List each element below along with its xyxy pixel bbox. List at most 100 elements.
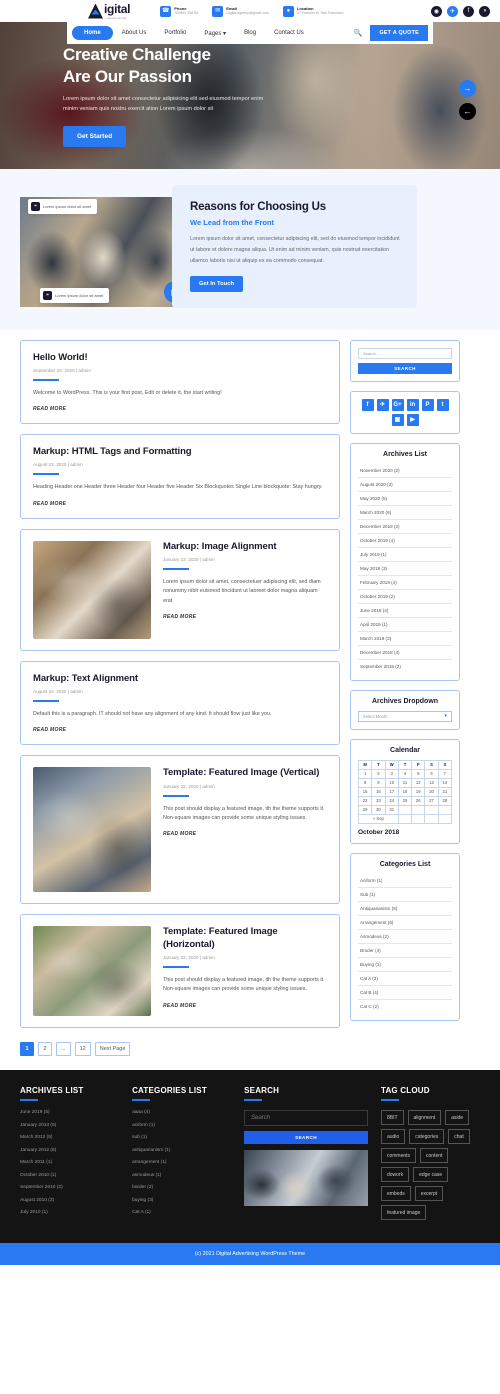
day-cell[interactable]: 24 xyxy=(384,795,399,806)
read-more-link[interactable]: READ MORE xyxy=(33,501,327,507)
read-more-link[interactable]: READ MORE xyxy=(33,727,327,733)
read-more-link[interactable]: READ MORE xyxy=(163,831,327,837)
list-item[interactable]: June 2019 (5) xyxy=(20,1110,119,1115)
tag-item[interactable]: chat xyxy=(448,1129,470,1145)
nav-item-blog[interactable]: Blog xyxy=(235,26,265,40)
behance-icon[interactable]: ◑ xyxy=(479,5,490,17)
day-cell[interactable]: 13 xyxy=(424,777,439,788)
list-item[interactable]: October 2019 (2) xyxy=(358,590,452,604)
day-cell[interactable]: 1 xyxy=(357,768,373,779)
list-item[interactable]: February 2019 (4) xyxy=(358,576,452,590)
list-item[interactable]: buying (3) xyxy=(132,1198,231,1203)
tag-item[interactable]: 8BIT xyxy=(380,1110,404,1126)
post-card[interactable]: Hello World! September 22, 2020 | admin … xyxy=(20,339,340,425)
day-cell[interactable]: 8 xyxy=(357,777,373,788)
tag-item[interactable]: content xyxy=(420,1148,449,1164)
list-item[interactable]: July 2019 (1) xyxy=(358,548,452,562)
list-item[interactable]: August 2020 (3) xyxy=(358,478,452,492)
post-title[interactable]: Markup: Image Alignment xyxy=(163,541,327,553)
tag-item[interactable]: categories xyxy=(409,1129,445,1145)
day-cell[interactable]: 31 xyxy=(384,804,399,815)
youtube-icon[interactable]: ▶ xyxy=(406,413,419,426)
calendar-prev-link[interactable]: « Sep xyxy=(358,813,399,824)
tag-item[interactable]: edge case xyxy=(413,1167,449,1183)
list-item[interactable]: Aciform (1) xyxy=(358,874,452,888)
post-title[interactable]: Markup: HTML Tags and Formatting xyxy=(33,446,327,458)
twitter-icon[interactable]: ✈ xyxy=(447,5,458,17)
google-plus-icon[interactable]: G+ xyxy=(391,398,404,411)
list-item[interactable]: January 2012 (6) xyxy=(20,1148,119,1153)
list-item[interactable]: December 2019 (2) xyxy=(358,520,452,534)
post-thumbnail[interactable] xyxy=(33,926,151,1017)
site-logo[interactable]: igital advertising xyxy=(88,2,131,20)
day-cell[interactable]: 27 xyxy=(424,795,439,806)
twitter-icon[interactable]: ✈ xyxy=(376,398,389,411)
post-card[interactable]: Template: Featured Image (Horizontal) Ja… xyxy=(20,914,340,1029)
list-item[interactable]: Cat C (2) xyxy=(358,1000,452,1013)
list-item[interactable]: aciform (1) xyxy=(132,1123,231,1128)
day-cell[interactable]: 26 xyxy=(411,795,426,806)
list-item[interactable]: March 2020 (6) xyxy=(358,506,452,520)
tag-item[interactable]: embeds xyxy=(380,1186,411,1202)
read-more-link[interactable]: READ MORE xyxy=(163,1003,327,1009)
day-cell[interactable]: 12 xyxy=(411,777,426,788)
day-cell[interactable]: 11 xyxy=(397,777,413,788)
list-item[interactable]: Buying (1) xyxy=(358,958,452,972)
day-cell[interactable]: 16 xyxy=(371,786,386,797)
post-card[interactable]: Markup: Image Alignment January 22, 2020… xyxy=(20,528,340,651)
list-item[interactable]: asmodeus (1) xyxy=(132,1173,231,1178)
list-item[interactable]: border (2) xyxy=(132,1185,231,1190)
tag-item[interactable]: aside xyxy=(445,1110,470,1126)
list-item[interactable]: March 2012 (5) xyxy=(20,1135,119,1140)
post-title[interactable]: Hello World! xyxy=(33,352,327,364)
search-icon[interactable]: 🔍 xyxy=(354,29,371,37)
list-item[interactable]: arrangement (1) xyxy=(132,1160,231,1165)
day-cell[interactable]: 18 xyxy=(397,786,413,797)
day-cell[interactable]: 5 xyxy=(411,768,426,779)
list-item[interactable]: December 2018 (4) xyxy=(358,646,452,660)
nav-item-pages[interactable]: Pages ▾ xyxy=(195,26,235,41)
get-started-button[interactable]: Get Started xyxy=(63,126,127,148)
post-title[interactable]: Template: Featured Image (Vertical) xyxy=(163,767,327,779)
tag-item[interactable]: dowork xyxy=(380,1167,410,1183)
day-cell[interactable]: 14 xyxy=(437,777,453,788)
facebook-icon[interactable]: f xyxy=(361,398,374,411)
footer-search-button[interactable]: SEARCH xyxy=(244,1131,368,1145)
slider-next-icon[interactable]: → xyxy=(459,80,476,97)
list-item[interactable]: antiquarianism (1) xyxy=(132,1148,231,1153)
list-item[interactable]: Cat A (1) xyxy=(132,1210,231,1215)
tag-item[interactable]: audio xyxy=(380,1129,406,1145)
nav-item-about-us[interactable]: About Us xyxy=(113,26,156,40)
instagram-icon[interactable]: ◉ xyxy=(431,5,442,17)
get-a-quote-button[interactable]: GET A QUOTE xyxy=(370,25,428,41)
day-cell[interactable]: 7 xyxy=(437,768,453,779)
pinterest-icon[interactable]: P xyxy=(421,398,434,411)
footer-search-input[interactable]: Search xyxy=(244,1110,368,1127)
tag-item[interactable]: comments xyxy=(380,1148,417,1164)
list-item[interactable]: July 2010 (1) xyxy=(20,1210,119,1215)
list-item[interactable]: March 2011 (1) xyxy=(20,1160,119,1165)
list-item[interactable]: Cat B (4) xyxy=(358,986,452,1000)
next-page-button[interactable]: Next Page xyxy=(94,1042,131,1057)
list-item[interactable]: August 2010 (3) xyxy=(20,1198,119,1203)
day-cell[interactable]: 30 xyxy=(371,804,386,815)
post-title[interactable]: Template: Featured Image (Horizontal) xyxy=(163,926,327,950)
day-cell[interactable]: 22 xyxy=(357,795,373,806)
read-more-link[interactable]: READ MORE xyxy=(33,406,327,412)
day-cell[interactable]: 10 xyxy=(384,777,399,788)
day-cell[interactable]: 3 xyxy=(384,768,399,779)
list-item[interactable]: October 2019 (4) xyxy=(358,534,452,548)
list-item[interactable]: October 2010 (1) xyxy=(20,1173,119,1178)
list-item[interactable]: Antiquarianism (5) xyxy=(358,902,452,916)
post-card[interactable]: Markup: HTML Tags and Formatting August … xyxy=(20,434,340,519)
slider-prev-icon[interactable]: ← xyxy=(459,103,476,120)
nav-item-contact-us[interactable]: Contact Us xyxy=(265,26,313,40)
list-item[interactable]: June 2019 (4) xyxy=(358,604,452,618)
tag-item[interactable]: excerpt xyxy=(414,1186,444,1202)
day-cell[interactable]: 20 xyxy=(424,786,439,797)
list-item[interactable]: Broder (4) xyxy=(358,944,452,958)
list-item[interactable]: September 2018 (2) xyxy=(358,660,452,673)
list-item[interactable]: Sub (1) xyxy=(358,888,452,902)
tumblr-icon[interactable]: t xyxy=(436,398,449,411)
post-card[interactable]: Markup: Text Alignment August 22, 2020 |… xyxy=(20,660,340,746)
